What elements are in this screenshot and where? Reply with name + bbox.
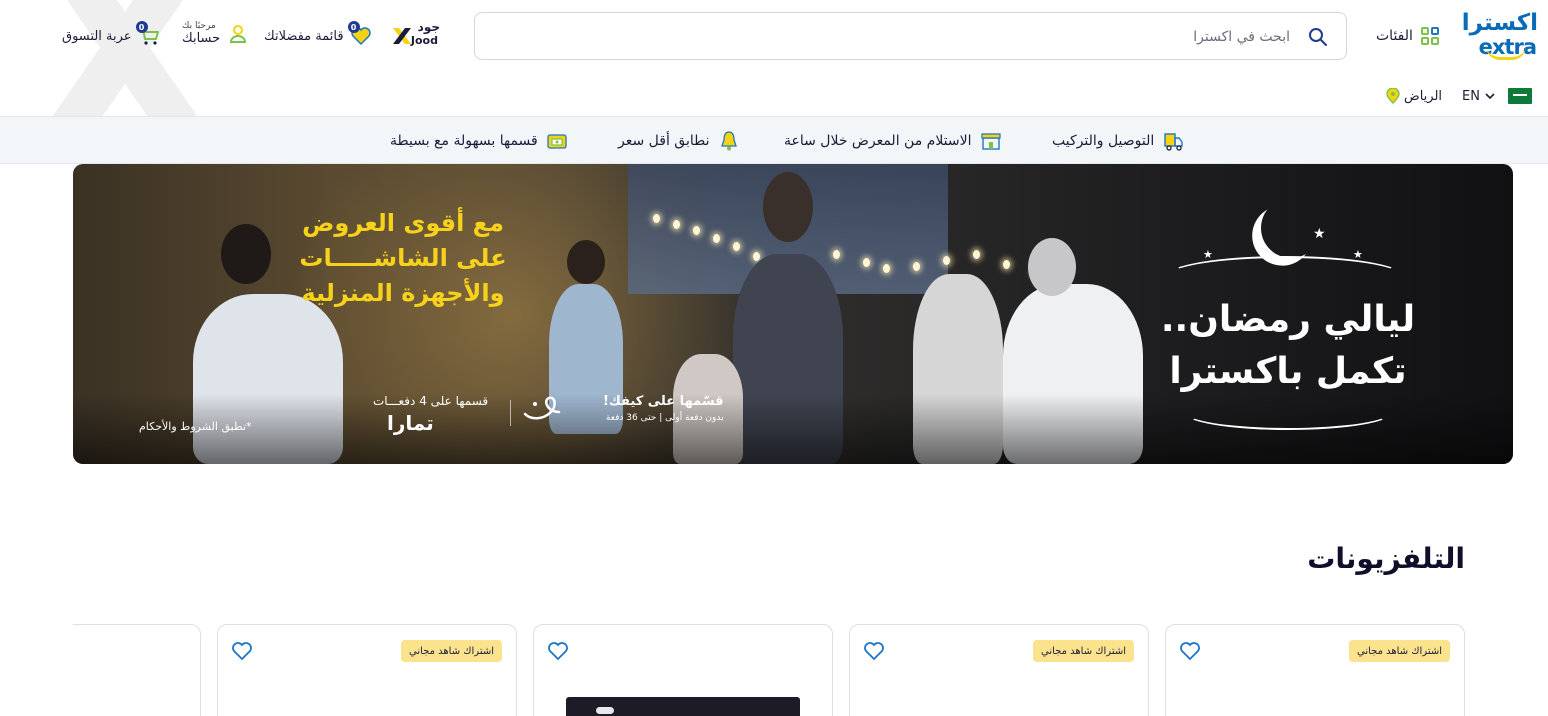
banner-headline-line-2: على الشاشـــــات: [299, 243, 507, 272]
favorites-button[interactable]: 0 قائمة مفضلاتك: [264, 21, 372, 48]
grid-icon: [1420, 27, 1439, 45]
service-store-pickup[interactable]: الاستلام من المعرض خلال ساعة: [784, 129, 1002, 153]
product-card-partial[interactable]: [73, 624, 201, 716]
jood-x-icon: [393, 28, 411, 44]
categories-label: الفئات: [1376, 28, 1413, 44]
product-card[interactable]: [533, 624, 833, 716]
basita-offer-line-2: بدون دفعة أولى | حتى 36 دفعة: [605, 413, 724, 423]
product-image: [566, 697, 800, 716]
star-icon: ★: [1313, 226, 1326, 242]
free-shahid-tag: اشتراك شاهد مجاني: [1033, 640, 1134, 662]
ornament-swirl: [1167, 256, 1403, 296]
basita-offer-line-1: قسّمها على كيفك!: [603, 394, 724, 409]
language-switcher[interactable]: EN: [1462, 86, 1496, 106]
banner-headline: مع أقوى العروض على الشاشـــــات والأجهزة…: [273, 206, 533, 310]
basita-offer: قسّمها على كيفك! بدون دفعة أولى | حتى 36…: [603, 394, 724, 423]
service-store-pickup-label: الاستلام من المعرض خلال ساعة: [784, 133, 972, 149]
categories-button[interactable]: الفئات: [1376, 24, 1439, 48]
free-shahid-tag: اشتراك شاهد مجاني: [401, 640, 502, 662]
banner-person-head: [567, 240, 605, 284]
cart-count-badge: 0: [135, 21, 148, 33]
wishlist-heart-icon[interactable]: [1178, 639, 1202, 663]
delivery-truck-icon: [1164, 133, 1183, 151]
account-button[interactable]: مرحبًا بك حسابك: [182, 18, 248, 50]
tamara-caption: قسمها على 4 دفعـــات: [373, 394, 489, 408]
service-delivery-label: التوصيل والتركيب: [1052, 133, 1155, 149]
cart-button[interactable]: 0 عربة التسوق: [62, 21, 160, 48]
logo-arabic: اكسترا: [1461, 10, 1538, 36]
price-match-bell-icon: [720, 131, 737, 151]
cart-icon-wrap: 0: [135, 21, 160, 47]
star-icon: ★: [1203, 248, 1213, 261]
wishlist-heart-icon[interactable]: [862, 639, 886, 663]
basita-logo: [523, 396, 561, 420]
language-label: EN: [1462, 88, 1480, 104]
city-label: الرياض: [1404, 88, 1443, 104]
ramadan-promo-banner[interactable]: مع أقوى العروض على الشاشـــــات والأجهزة…: [73, 164, 1513, 464]
search-input[interactable]: [530, 25, 1290, 49]
banner-person-head: [763, 172, 813, 242]
jood-logo[interactable]: جود Jood: [392, 20, 440, 50]
free-shahid-tag: اشتراك شاهد مجاني: [1349, 640, 1450, 662]
service-delivery[interactable]: التوصيل والتركيب: [1052, 129, 1184, 153]
product-card[interactable]: اشتراك شاهد مجاني: [849, 624, 1149, 716]
user-icon: [230, 25, 247, 43]
jood-latin: Jood: [410, 34, 438, 47]
chevron-down-icon: [1485, 93, 1495, 100]
banner-title: ليالي رمضان.. تكمل باكسترا: [1153, 294, 1423, 398]
service-basita[interactable]: قسمها بسهولة مع بسيطة: [390, 129, 568, 153]
favorites-label: قائمة مفضلاتك: [264, 28, 344, 44]
service-basita-label: قسمها بسهولة مع بسيطة: [390, 133, 538, 149]
favorites-icon-wrap: 0: [347, 21, 372, 47]
wallet-icon: [547, 134, 567, 149]
banner-person-head: [1028, 238, 1076, 296]
tamara-logo-text: تمارا: [387, 411, 434, 435]
services-bar: التوصيل والتركيب الاستلام من المعرض خلال…: [0, 116, 1548, 164]
banner-headline-line-1: مع أقوى العروض: [302, 209, 504, 237]
product-card[interactable]: اشتراك شاهد مجاني: [217, 624, 517, 716]
service-price-match-label: نطابق أقل سعر: [618, 133, 710, 149]
store-pickup-icon: [980, 133, 1001, 150]
cart-label: عربة التسوق: [62, 28, 132, 44]
banner-divider: [510, 400, 511, 426]
jood-arabic: جود: [417, 20, 440, 34]
account-label: حسابك: [182, 30, 221, 46]
terms-note: *تطبق الشروط والأحكام: [139, 420, 252, 433]
favorites-count-badge: 0: [347, 21, 360, 33]
banner-headline-line-3: والأجهزة المنزلية: [301, 278, 505, 307]
saudi-flag-icon: [1508, 88, 1532, 104]
banner-title-line-1: ليالي رمضان..: [1160, 299, 1416, 340]
banner-title-line-2: تكمل باكسترا: [1169, 351, 1407, 393]
search-icon[interactable]: [1308, 27, 1328, 47]
wishlist-heart-icon[interactable]: [230, 639, 254, 663]
extra-logo[interactable]: اكسترا extra: [1462, 10, 1540, 62]
search-box: [474, 12, 1347, 60]
account-text: مرحبًا بك حسابك: [182, 21, 221, 46]
banner-person-head: [221, 224, 271, 284]
service-price-match[interactable]: نطابق أقل سعر: [618, 129, 740, 153]
product-card[interactable]: اشتراك شاهد مجاني: [1165, 624, 1465, 716]
site-header: اكسترا extra الفئات جود Jood 0 قائمة مفض…: [0, 0, 1548, 120]
ornament-swirl: [1183, 394, 1393, 430]
city-selector[interactable]: الرياض: [1386, 86, 1442, 106]
section-title-tvs: التلفزيونات: [1307, 542, 1465, 575]
wishlist-heart-icon[interactable]: [546, 639, 570, 663]
location-pin-icon: [1386, 88, 1400, 104]
